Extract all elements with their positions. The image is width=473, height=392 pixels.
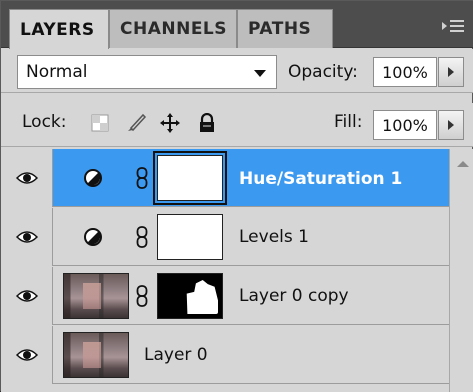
link-icon (136, 285, 148, 307)
lock-transparent-icon[interactable] (89, 111, 111, 135)
layer-row-levels[interactable]: Levels 1 (1, 208, 449, 266)
layer-mask-thumbnail[interactable] (157, 273, 223, 319)
layer-mask-thumbnail[interactable] (157, 214, 223, 260)
link-icon (136, 167, 148, 189)
layer-row-hue-saturation[interactable]: Hue/Saturation 1 (1, 149, 449, 207)
blend-mode-value: Normal (26, 62, 88, 82)
visibility-toggle[interactable] (1, 326, 53, 384)
visibility-toggle[interactable] (1, 149, 53, 207)
scroll-up-icon[interactable] (457, 161, 469, 167)
layer-thumbnail[interactable] (63, 332, 129, 378)
eye-icon (15, 231, 38, 243)
opacity-slider-button[interactable] (438, 57, 464, 87)
adjustment-layer-icon (84, 228, 102, 246)
fill-field[interactable]: 100% (373, 110, 437, 140)
lock-brush-icon[interactable] (125, 111, 147, 135)
visibility-toggle[interactable] (1, 208, 53, 266)
layer-name[interactable]: Layer 0 copy (239, 286, 349, 306)
layer-name[interactable]: Layer 0 (144, 345, 208, 365)
opacity-label: Opacity: (288, 62, 358, 82)
eye-icon (15, 349, 38, 361)
arrow-right-icon (448, 120, 454, 130)
panel-menu-icon[interactable] (436, 17, 464, 35)
chevron-down-icon (254, 70, 266, 77)
eye-icon (15, 172, 38, 184)
fill-slider-button[interactable] (438, 110, 464, 140)
tab-channels[interactable]: CHANNELS (109, 9, 237, 48)
tab-paths[interactable]: PATHS (237, 9, 333, 48)
link-icon (136, 226, 148, 248)
layer-name[interactable]: Hue/Saturation 1 (239, 169, 402, 189)
panel-tab-bar: LAYERS CHANNELS PATHS (1, 1, 473, 49)
lock-move-icon[interactable] (159, 111, 181, 135)
visibility-toggle[interactable] (1, 267, 53, 325)
layer-row-layer-0[interactable]: Layer 0 (1, 326, 449, 384)
scrollbar[interactable] (449, 149, 473, 392)
eye-icon (15, 290, 38, 302)
lock-label: Lock: (22, 112, 67, 132)
layer-mask-thumbnail[interactable] (153, 151, 227, 205)
fill-label: Fill: (334, 112, 363, 132)
blend-mode-select[interactable]: Normal (17, 55, 277, 89)
layer-thumbnail[interactable] (63, 273, 129, 319)
tab-layers[interactable]: LAYERS (9, 9, 109, 49)
adjustment-layer-icon (84, 169, 102, 187)
layer-row-layer-0-copy[interactable]: Layer 0 copy (1, 267, 449, 325)
layer-list: Hue/Saturation 1 Levels 1 Layer 0 copy L… (1, 149, 449, 392)
arrow-right-icon (448, 67, 454, 77)
lock-all-icon[interactable] (196, 111, 218, 135)
opacity-field[interactable]: 100% (373, 57, 437, 87)
layers-panel: LAYERS CHANNELS PATHS Normal Opacity: 10… (0, 0, 473, 392)
layer-name[interactable]: Levels 1 (239, 227, 309, 247)
